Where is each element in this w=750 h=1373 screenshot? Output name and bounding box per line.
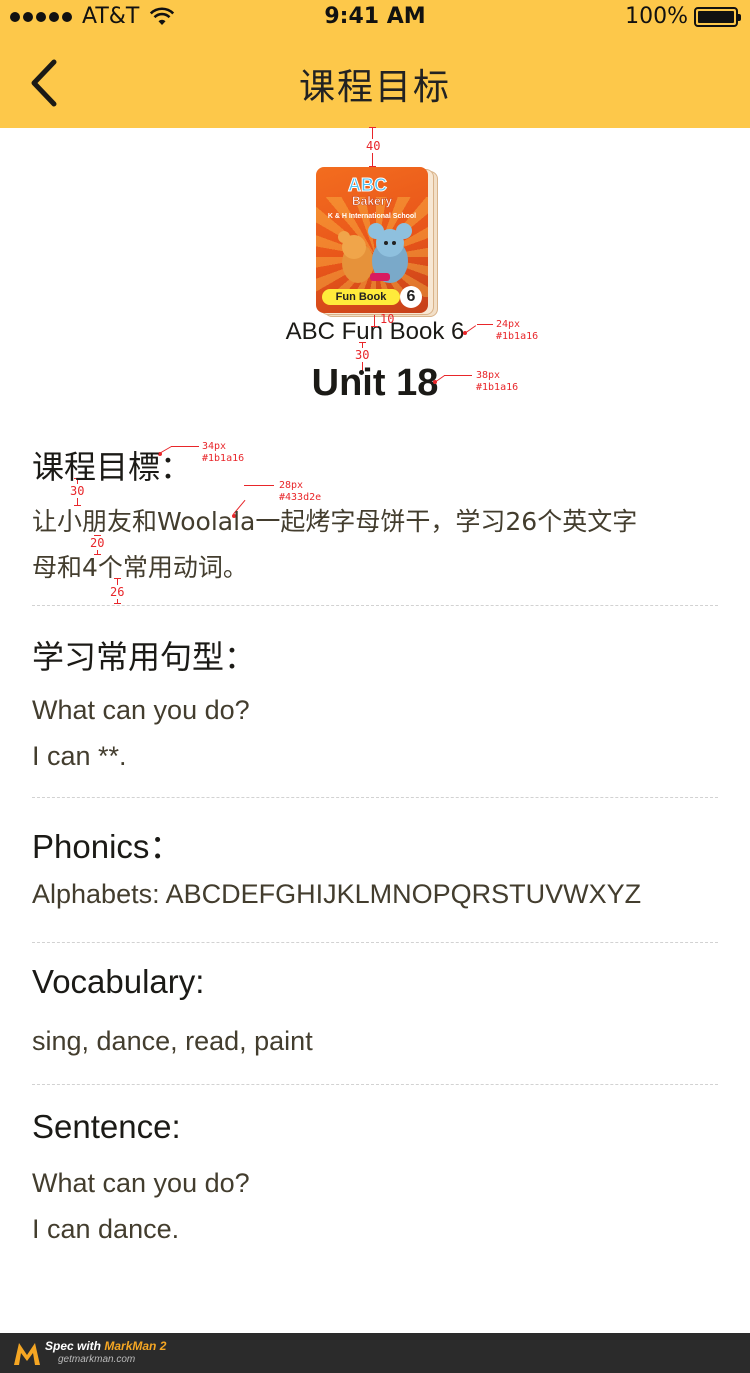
spec-size: 28px <box>279 480 304 491</box>
status-bar: AT&T 9:41 AM 100% <box>0 0 750 36</box>
spec-size: 34px <box>202 441 227 452</box>
vocabulary-line: sing, dance, read, paint <box>32 1026 313 1056</box>
markman-brand: Spec with MarkMan 2 <box>45 1339 166 1353</box>
spec-color: #1b1a16 <box>496 331 539 342</box>
spec-size: 38px <box>476 370 501 381</box>
spacing-label: 30 <box>355 348 370 362</box>
abc-bakery-logo: ABC Bakery <box>348 175 393 209</box>
section-heading-phonics: Phonics： <box>32 828 183 865</box>
markman-product: MarkMan 2 <box>104 1339 167 1353</box>
section-divider <box>32 942 718 943</box>
goals-text-line: 母和4个常用动词。 <box>32 553 248 582</box>
spec-color: #1b1a16 <box>476 382 519 393</box>
svg-text:ABC: ABC <box>348 175 387 195</box>
school-name: K & H International School <box>327 213 417 220</box>
section-heading-sentence-patterns: 学习常用句型： <box>32 638 257 676</box>
spec-color: #1b1a16 <box>202 453 245 464</box>
battery-group: 100% <box>625 4 741 29</box>
sentence-pattern-line: What can you do? <box>32 695 250 725</box>
goals-text-line: 让小朋友和Woolala一起烤字母饼干，学习26个英文字 <box>32 507 638 536</box>
unit-title: Unit 18 <box>311 362 439 404</box>
section-divider <box>32 605 718 606</box>
section-heading-goals: 课程目標： <box>32 448 193 486</box>
section-heading-vocabulary: Vocabulary: <box>32 963 205 1000</box>
markman-footer: Spec with MarkMan 2 getmarkman.com <box>0 1333 750 1373</box>
nav-bar: AT&T 9:41 AM 100% 课程目标 <box>0 0 750 128</box>
book-number: 6 <box>400 286 422 308</box>
spec-size: 24px <box>496 319 521 330</box>
book-title: ABC Fun Book 6 <box>285 318 465 345</box>
battery-icon <box>694 6 741 27</box>
phonics-line: Alphabets: ABCDEFGHIJKLMNOPQRSTUVWXYZ <box>32 879 642 909</box>
mouse-illustration <box>338 223 412 283</box>
spec-with-label: Spec with <box>45 1339 102 1353</box>
spacing-label: 10 <box>380 312 395 326</box>
section-divider <box>32 797 718 798</box>
sentence-line: I can dance. <box>32 1214 180 1244</box>
markman-site: getmarkman.com <box>58 1354 136 1365</box>
fun-book-label: Fun Book <box>322 289 400 305</box>
book-cover-image: ABC Bakery K & H International School Fu… <box>316 167 428 313</box>
battery-percent: 100% <box>625 4 688 29</box>
section-heading-sentence: Sentence: <box>32 1108 181 1145</box>
page-title: 课程目标 <box>298 67 451 108</box>
spacing-label: 40 <box>366 139 381 153</box>
sentence-line: What can you do? <box>32 1168 250 1198</box>
svg-text:Bakery: Bakery <box>352 194 392 208</box>
sentence-pattern-line: I can **. <box>32 741 127 771</box>
book-cover: ABC Bakery K & H International School Fu… <box>316 167 438 317</box>
markman-logo-icon <box>14 1343 40 1365</box>
section-divider <box>32 1084 718 1085</box>
